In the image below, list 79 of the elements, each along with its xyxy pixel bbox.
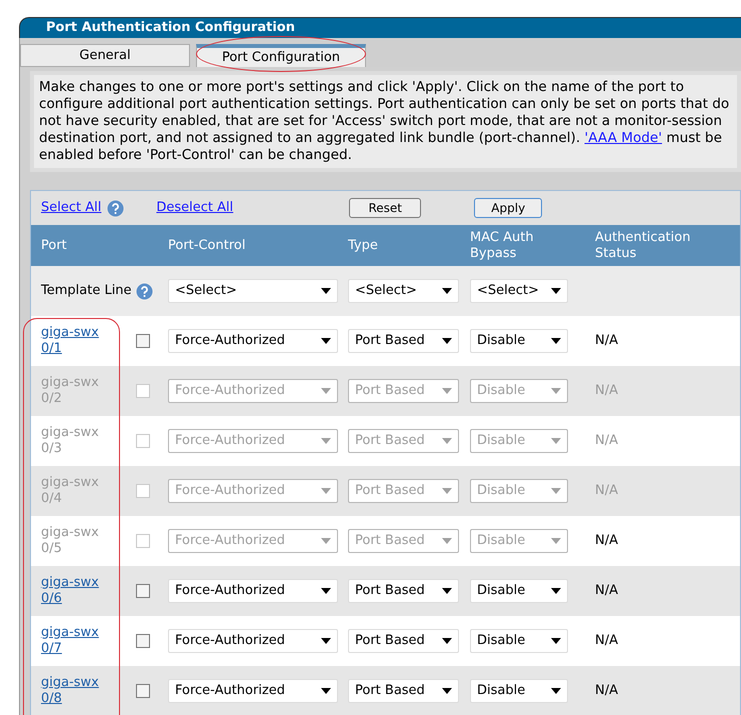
window-title: Port Authentication Configuration (46, 19, 295, 38)
caret-icon (321, 488, 331, 494)
caret-icon (551, 688, 561, 694)
column-header: MAC Auth Bypass (470, 230, 535, 262)
dropdown[interactable]: Disable (470, 329, 568, 353)
aaa-mode-link[interactable]: 'AAA Mode' (584, 130, 662, 146)
caret-icon (321, 638, 331, 644)
caret-icon (442, 638, 452, 644)
caret-icon (551, 638, 561, 644)
port-name: giga-swx 0/2 (41, 375, 100, 407)
caret-icon (321, 338, 331, 344)
dropdown[interactable]: Disable (470, 579, 568, 603)
column-header: Port-Control (168, 238, 246, 252)
caret-icon (551, 588, 561, 594)
port-link[interactable]: giga-swx 0/8 (41, 675, 136, 707)
dropdown[interactable]: Disable (470, 679, 568, 703)
dropdown[interactable]: Disable (470, 629, 568, 653)
checkbox[interactable] (136, 584, 150, 598)
caret-icon (321, 588, 331, 594)
caret-icon (321, 288, 331, 294)
caret-icon (321, 438, 331, 444)
dropdown[interactable]: <Select> (470, 279, 568, 303)
column-header: Authentication Status (595, 230, 692, 262)
template-label: Template Line (41, 283, 133, 299)
status-text: N/A (595, 332, 618, 350)
caret-icon (442, 488, 452, 494)
description-text: Make changes to one or more port's settings and click 'Apply'. Click on the name of the port to configure additional port authentication settings. Port authentication can only be set on ports that do not have security enabled, that are set for 'Access' switch port mode, that are not a monitor-session destination port, and not assigned to an aggregated link bundle (port-channel). 'AAA Mode' must be enabled before 'Port-Control' can be changed. (39, 79, 730, 164)
help-icon[interactable] (107, 200, 124, 216)
dropdown[interactable]: Port Based (348, 329, 459, 353)
caret-icon (442, 338, 452, 344)
dropdown[interactable]: Force-Authorized (168, 329, 338, 353)
dropdown[interactable]: Force-Authorized (168, 579, 338, 603)
caret-icon (442, 588, 452, 594)
caret-icon (551, 338, 561, 344)
port-link[interactable]: giga-swx 0/6 (41, 575, 136, 607)
caret-icon (321, 538, 331, 544)
caret-icon (551, 288, 561, 294)
caret-icon (442, 438, 452, 444)
status-text: N/A (595, 432, 618, 450)
dropdown[interactable]: <Select> (168, 279, 338, 303)
reset-button[interactable]: Reset (349, 198, 422, 218)
status-text: N/A (595, 482, 618, 500)
caret-icon (321, 388, 331, 394)
dropdown[interactable]: <Select> (348, 279, 459, 303)
caret-icon (551, 538, 561, 544)
caret-icon (551, 488, 561, 494)
dropdown[interactable]: Force-Authorized (168, 629, 338, 653)
dropdown[interactable]: Port Based (348, 579, 459, 603)
help-icon[interactable] (136, 282, 153, 300)
status-text: N/A (595, 682, 618, 700)
port-name: giga-swx 0/3 (41, 425, 100, 457)
checkbox[interactable] (136, 334, 150, 348)
caret-icon (442, 688, 452, 694)
status-text: N/A (595, 582, 618, 600)
tab[interactable]: Port Configuration (196, 44, 366, 67)
caret-icon (442, 538, 452, 544)
dropdown[interactable]: Force-Authorized (168, 679, 338, 703)
checkbox[interactable] (136, 684, 150, 698)
tab[interactable]: General (20, 44, 190, 67)
column-header: Port (41, 238, 67, 252)
status-text: N/A (595, 632, 618, 650)
select-all-link[interactable]: Select All (41, 198, 102, 218)
apply-button[interactable]: Apply (474, 198, 542, 218)
caret-icon (321, 688, 331, 694)
port-name: giga-swx 0/4 (41, 475, 100, 507)
caret-icon (551, 388, 561, 394)
port-link[interactable]: giga-swx 0/1 (41, 325, 136, 357)
caret-icon (551, 438, 561, 444)
status-text: N/A (595, 532, 618, 550)
deselect-all-link[interactable]: Deselect All (156, 198, 234, 218)
dropdown[interactable]: Port Based (348, 629, 459, 653)
status-text: N/A (595, 382, 618, 400)
caret-icon (442, 288, 452, 294)
port-name: giga-swx 0/5 (41, 525, 100, 557)
column-header: Type (348, 238, 378, 252)
port-link[interactable]: giga-swx 0/7 (41, 625, 136, 657)
checkbox[interactable] (136, 634, 150, 648)
caret-icon (442, 388, 452, 394)
dropdown[interactable]: Port Based (348, 679, 459, 703)
